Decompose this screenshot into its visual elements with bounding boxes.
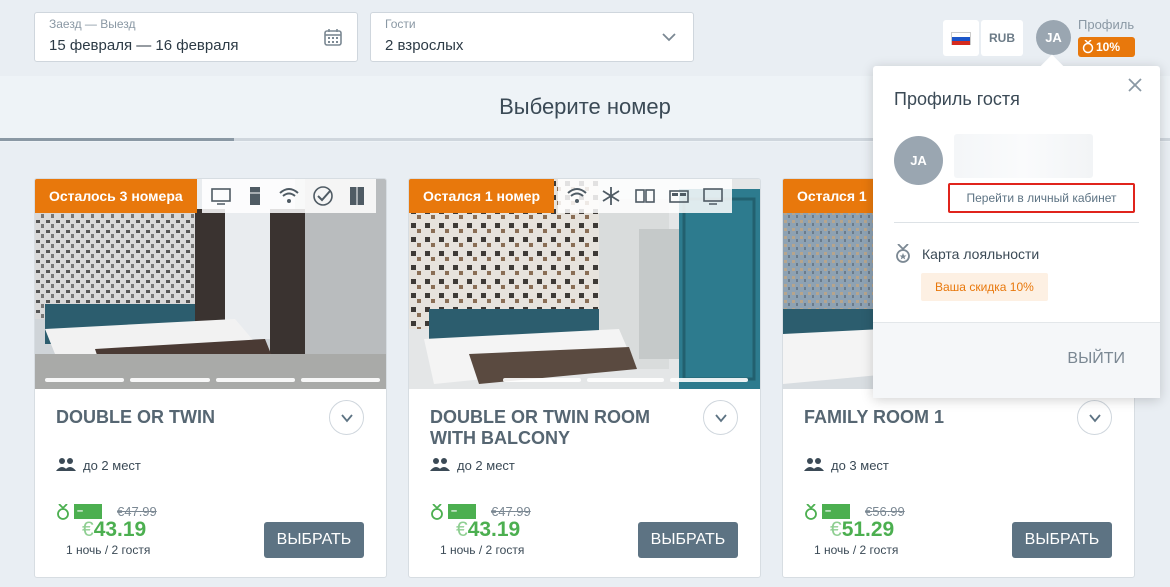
guests-value: 2 взрослых bbox=[385, 37, 464, 54]
chevron-down-icon bbox=[341, 414, 353, 423]
guests-field[interactable]: Гости 2 взрослых bbox=[370, 12, 694, 62]
russian-flag-icon bbox=[951, 32, 971, 45]
photo-carousel-dots[interactable] bbox=[503, 378, 749, 382]
amenities-bar bbox=[558, 179, 732, 213]
tv-icon bbox=[703, 188, 723, 205]
heading-divider-active bbox=[0, 138, 234, 141]
capacity-label: до 2 мест bbox=[83, 458, 141, 473]
medal-icon bbox=[896, 244, 910, 263]
price: €43.19 bbox=[82, 518, 146, 542]
old-price: €47.99 bbox=[117, 504, 157, 519]
expand-button[interactable] bbox=[1077, 400, 1112, 435]
discount-badge: 10% bbox=[1078, 37, 1135, 57]
currency-symbol: € bbox=[456, 518, 468, 541]
twin-beds-icon bbox=[635, 189, 655, 203]
choose-button[interactable]: ВЫБРАТЬ bbox=[638, 522, 738, 558]
loyalty-card-label: Карта лояльности bbox=[922, 246, 1040, 262]
price-value: 43.19 bbox=[467, 518, 521, 541]
price: €43.19 bbox=[456, 518, 520, 542]
room-photo[interactable]: Остался 1 номер bbox=[409, 179, 760, 389]
discount-percent: –10% bbox=[74, 504, 103, 532]
people-icon bbox=[804, 458, 824, 471]
photo-carousel-dots[interactable] bbox=[45, 378, 380, 382]
chevron-down-icon bbox=[662, 33, 676, 42]
check-icon bbox=[313, 186, 333, 206]
divider bbox=[894, 222, 1139, 223]
medal-icon bbox=[431, 504, 443, 520]
room-capacity: до 2 мест bbox=[56, 458, 141, 473]
medal-icon bbox=[57, 504, 69, 520]
chevron-down-icon bbox=[715, 414, 727, 423]
room-title: DOUBLE OR TWIN ROOM WITH BALCONY bbox=[430, 407, 650, 448]
profile-label[interactable]: Профиль bbox=[1078, 17, 1134, 32]
medal-icon bbox=[805, 504, 817, 520]
price-per: 1 ночь / 2 гостя bbox=[440, 543, 525, 557]
availability-badge: Остался 1 номер bbox=[409, 179, 555, 213]
chevron-down-icon bbox=[1089, 414, 1101, 423]
room-capacity: до 2 мест bbox=[430, 458, 515, 473]
medal-icon bbox=[1082, 40, 1094, 54]
personal-cabinet-link[interactable]: Перейти в личный кабинет bbox=[948, 183, 1135, 213]
calendar-icon bbox=[324, 29, 342, 46]
old-price: €47.99 bbox=[491, 504, 531, 519]
room-title: FAMILY ROOM 1 bbox=[804, 407, 945, 427]
profile-popup: Профиль гостя JA Перейти в личный кабине… bbox=[873, 54, 1160, 398]
expand-button[interactable] bbox=[703, 400, 738, 435]
double-bed-icon bbox=[669, 190, 689, 203]
wardrobe-icon bbox=[350, 187, 364, 205]
discount-badge-label: 10% bbox=[1096, 40, 1121, 54]
currency-button[interactable]: RUB bbox=[981, 20, 1023, 56]
people-icon bbox=[56, 458, 76, 471]
choose-button[interactable]: ВЫБРАТЬ bbox=[264, 522, 364, 558]
amenities-bar bbox=[202, 179, 376, 213]
dates-field[interactable]: Заезд — Выезд 15 февраля — 16 февраля bbox=[34, 12, 358, 62]
language-button[interactable] bbox=[943, 20, 979, 56]
popup-avatar: JA bbox=[894, 136, 943, 185]
choose-button[interactable]: ВЫБРАТЬ bbox=[1012, 522, 1112, 558]
availability-badge: Осталось 3 номера bbox=[35, 179, 197, 213]
blurred-user-name bbox=[954, 134, 1093, 178]
room-title: DOUBLE OR TWIN bbox=[56, 407, 215, 427]
ac-icon bbox=[602, 187, 620, 205]
capacity-label: до 2 мест bbox=[457, 458, 515, 473]
old-price: €56.99 bbox=[865, 504, 905, 519]
loyalty-discount: Ваша скидка 10% bbox=[921, 273, 1048, 301]
availability-badge: Остался 1 bbox=[783, 179, 881, 213]
tv-icon bbox=[211, 188, 231, 205]
currency-symbol: € bbox=[830, 518, 842, 541]
room-card: Осталось 3 номера DOUBLE OR TWIN до 2 ме… bbox=[34, 178, 387, 578]
avatar[interactable]: JA bbox=[1036, 20, 1071, 55]
room-card: Остался 1 номер DOUBLE OR TWIN ROOM WITH… bbox=[408, 178, 761, 578]
guests-label: Гости bbox=[385, 17, 416, 31]
currency-symbol: € bbox=[82, 518, 94, 541]
discount-percent: –10% bbox=[448, 504, 477, 532]
close-icon[interactable] bbox=[1126, 76, 1144, 94]
discount-percent: –10% bbox=[822, 504, 851, 532]
popup-footer: ВЫЙТИ bbox=[873, 322, 1160, 398]
dates-value: 15 февраля — 16 февраля bbox=[49, 37, 239, 54]
dates-label: Заезд — Выезд bbox=[49, 17, 136, 31]
price-value: 51.29 bbox=[841, 518, 895, 541]
capacity-label: до 3 мест bbox=[831, 458, 889, 473]
wifi-icon bbox=[567, 188, 587, 203]
expand-button[interactable] bbox=[329, 400, 364, 435]
people-icon bbox=[430, 458, 450, 471]
room-photo[interactable]: Осталось 3 номера bbox=[35, 179, 386, 389]
fridge-icon bbox=[250, 187, 260, 205]
price-per: 1 ночь / 2 гостя bbox=[66, 543, 151, 557]
wifi-icon bbox=[279, 188, 299, 203]
popup-title: Профиль гостя bbox=[894, 89, 1020, 109]
price: €51.29 bbox=[830, 518, 894, 542]
price-per: 1 ночь / 2 гостя bbox=[814, 543, 899, 557]
logout-button[interactable]: ВЫЙТИ bbox=[1067, 350, 1125, 368]
room-capacity: до 3 мест bbox=[804, 458, 889, 473]
price-value: 43.19 bbox=[93, 518, 147, 541]
top-bar: Заезд — Выезд 15 февраля — 16 февраля Го… bbox=[0, 0, 1170, 76]
